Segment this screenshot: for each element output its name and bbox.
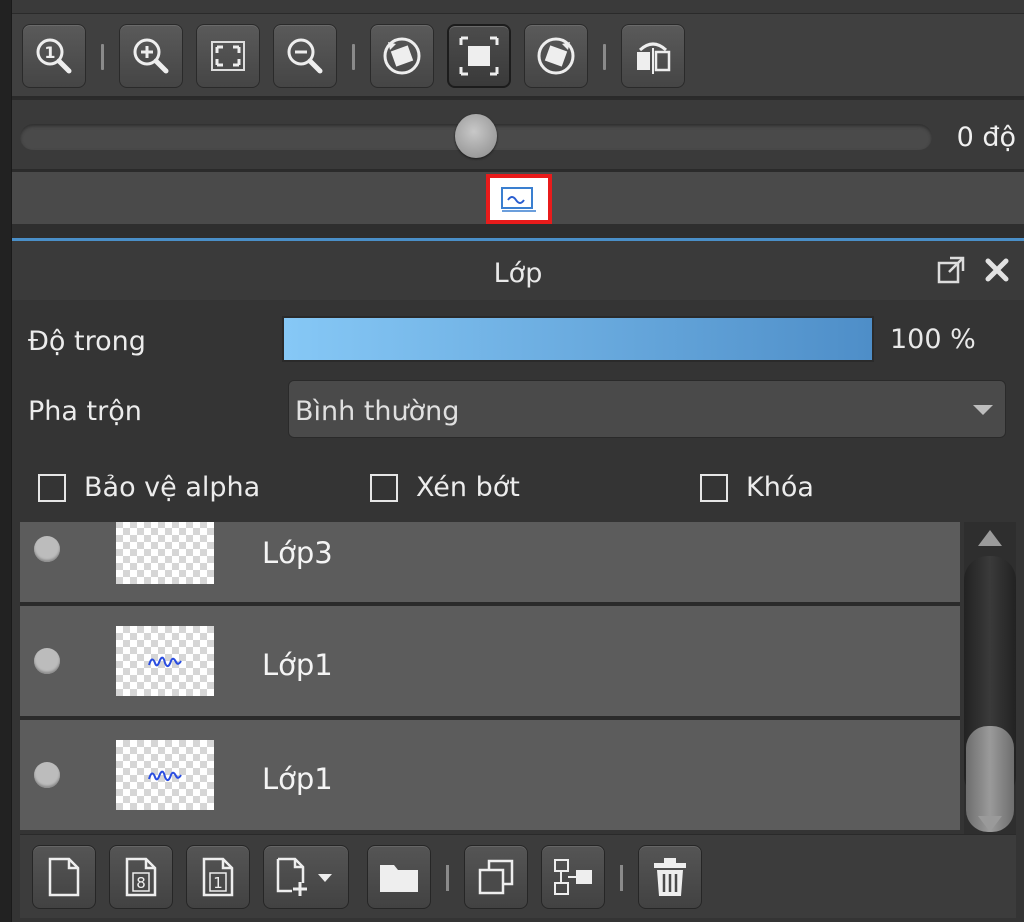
merge-layer-button[interactable] (541, 845, 605, 909)
fit-screen-icon (211, 41, 245, 71)
page-add-icon (276, 857, 332, 896)
fit-canvas-icon (459, 36, 499, 76)
folder-icon (380, 865, 418, 892)
layer-row[interactable]: Lớp3 (20, 522, 960, 604)
svg-text:1: 1 (44, 43, 55, 62)
scrollbar-track[interactable] (964, 556, 1016, 832)
visibility-toggle[interactable] (34, 536, 60, 562)
panel-title: Lớp (493, 258, 543, 289)
scroll-up-icon[interactable] (978, 530, 1002, 546)
layer-thumbnail (116, 626, 214, 696)
rotate-left-button[interactable] (370, 24, 434, 88)
rotate-left-icon (383, 37, 421, 75)
zoom-1-icon: 1 (36, 38, 72, 74)
new-8bit-layer-button[interactable]: 8 (109, 845, 173, 909)
new-1bit-layer-button[interactable]: 1 (186, 845, 250, 909)
duplicate-layer-button[interactable] (464, 845, 528, 909)
checkbox-label: Bảo vệ alpha (84, 472, 261, 503)
lock-checkbox[interactable]: Khóa (700, 472, 814, 503)
layer-row[interactable]: Lớp1 (20, 720, 960, 830)
rotation-slider-thumb[interactable] (455, 114, 497, 158)
opacity-label: Độ trong (28, 326, 146, 357)
rotate-right-icon (537, 37, 575, 75)
rotation-value: 0 độ (956, 122, 1016, 153)
zoom-in-button[interactable] (119, 24, 183, 88)
signature-mark-icon (148, 656, 182, 667)
toolbar-separator (446, 865, 449, 891)
layer-panel-body: Độ trong 100 % Pha trộn Bình thường Bảo … (12, 300, 1024, 922)
protect-alpha-checkbox[interactable]: Bảo vệ alpha (38, 472, 260, 503)
rotate-right-button[interactable] (524, 24, 588, 88)
canvas-thumbnail-icon (501, 187, 536, 212)
blend-mode-value: Bình thường (295, 396, 460, 427)
layer-actions-toolbar: 8 1 (20, 834, 1016, 918)
opacity-slider[interactable] (282, 316, 874, 362)
add-layer-dropdown-button[interactable] (263, 845, 349, 909)
layer-name: Lớp3 (262, 536, 333, 570)
clip-checkbox[interactable]: Xén bớt (370, 472, 520, 503)
layer-thumbnail (116, 740, 214, 810)
checkbox-box[interactable] (38, 473, 66, 502)
delete-layer-button[interactable] (638, 845, 702, 909)
blend-mode-select[interactable]: Bình thường (288, 380, 1006, 438)
navigator-toolbar: 1 (12, 14, 1024, 98)
panel-top-edge (12, 0, 1024, 14)
visibility-toggle[interactable] (34, 648, 60, 674)
scroll-down-icon[interactable] (978, 816, 1002, 832)
checkbox-label: Khóa (746, 472, 814, 503)
page-1-icon: 1 (202, 857, 234, 897)
checkbox-box[interactable] (700, 473, 728, 502)
checkbox-label: Xén bớt (416, 472, 520, 503)
svg-text:1: 1 (213, 874, 223, 892)
layer-panel-header: Lớp (12, 238, 1024, 300)
new-page-icon (48, 857, 80, 897)
left-dock-strip (0, 0, 12, 922)
navigator-view-frame[interactable] (486, 174, 552, 224)
flip-horizontal-icon (637, 42, 671, 74)
chevron-down-icon (973, 405, 993, 415)
popout-icon[interactable] (934, 253, 968, 287)
new-folder-button[interactable] (367, 845, 431, 909)
svg-text:8: 8 (136, 874, 146, 892)
zoom-out-icon (287, 38, 323, 74)
layer-name: Lớp1 (262, 648, 333, 682)
toolbar-separator (352, 44, 355, 70)
zoom-out-button[interactable] (273, 24, 337, 88)
close-icon[interactable] (980, 253, 1014, 287)
panel-gap (12, 224, 1024, 238)
page-8-icon: 8 (125, 857, 157, 897)
layer-list-scrollbar[interactable] (964, 522, 1016, 834)
signature-mark-icon (148, 770, 182, 781)
visibility-toggle[interactable] (34, 762, 60, 788)
zoom-actual-size-button[interactable]: 1 (22, 24, 86, 88)
duplicate-icon (478, 859, 514, 895)
layer-list[interactable]: Lớp3 Lớp1 Lớp1 (20, 522, 960, 830)
toolbar-separator (603, 44, 606, 70)
trash-icon (654, 858, 686, 896)
layer-thumbnail (116, 522, 214, 584)
toolbar-separator (101, 44, 104, 70)
layer-name: Lớp1 (262, 762, 333, 796)
new-layer-button[interactable] (32, 845, 96, 909)
fit-to-window-button[interactable] (196, 24, 260, 88)
checkbox-box[interactable] (370, 473, 398, 502)
merge-icon (554, 859, 592, 895)
rotation-row: 0 độ (12, 100, 1024, 170)
blend-mode-label: Pha trộn (28, 396, 142, 427)
toolbar-separator (620, 865, 623, 891)
opacity-slider-fill (284, 318, 872, 360)
flip-horizontal-button[interactable] (621, 24, 685, 88)
opacity-value: 100 % (890, 324, 976, 355)
fit-canvas-button[interactable] (447, 24, 511, 88)
layer-row[interactable]: Lớp1 (20, 606, 960, 718)
navigator-preview[interactable] (12, 172, 1024, 224)
zoom-in-icon (133, 38, 169, 74)
